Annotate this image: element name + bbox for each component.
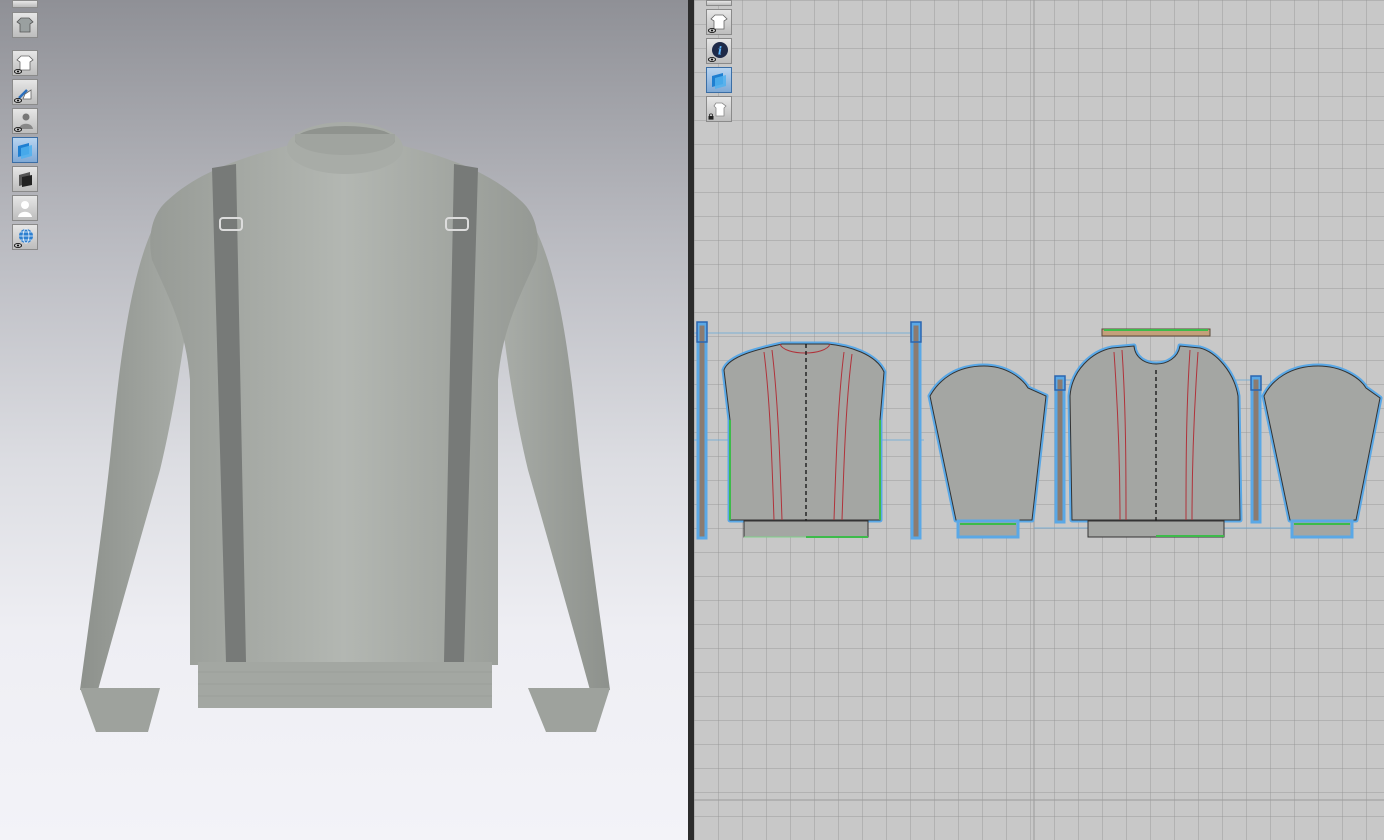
strap-piece[interactable] (910, 321, 922, 540)
garment-icon[interactable] (12, 12, 38, 38)
info-icon[interactable]: i (706, 38, 732, 64)
strap-piece[interactable] (1250, 375, 1262, 524)
3d-viewport[interactable] (0, 0, 688, 840)
svg-text:i: i (718, 45, 722, 58)
eye-icon (708, 57, 716, 62)
neck-binding-piece[interactable] (1101, 328, 1211, 337)
show-garment-icon[interactable] (12, 50, 38, 76)
right-cuff (528, 688, 610, 732)
lock-garment-icon[interactable] (706, 96, 732, 122)
3d-toolbar (12, 0, 38, 253)
eye-icon (14, 127, 22, 132)
2d-toolbar: i (706, 0, 732, 125)
eye-icon (708, 28, 716, 33)
pattern-visibility-icon[interactable] (706, 0, 732, 6)
left-cuff (80, 688, 160, 732)
sleeve-piece[interactable] (927, 363, 1049, 539)
pattern-layout[interactable] (694, 0, 1384, 840)
sleeve-piece[interactable] (1261, 363, 1383, 539)
strap-piece[interactable] (1054, 375, 1066, 524)
avatar-surface-icon[interactable] (12, 195, 38, 221)
show-pattern-garment-icon[interactable] (706, 9, 732, 35)
eye-icon (14, 243, 22, 248)
lock-icon (708, 113, 714, 120)
front-bodice-piece[interactable] (1067, 343, 1243, 538)
eye-icon (14, 98, 22, 103)
2d-pattern-viewport[interactable]: i (694, 0, 1384, 840)
torso (150, 145, 538, 665)
hem-band (198, 662, 492, 708)
show-avatar-icon[interactable] (12, 108, 38, 134)
eye-icon (14, 69, 22, 74)
show-pins-icon[interactable] (12, 79, 38, 105)
back-bodice-piece[interactable] (721, 341, 887, 538)
sweater-3d-render[interactable] (0, 0, 688, 840)
mesh-view-icon[interactable] (12, 224, 38, 250)
texture-mode-icon[interactable] (12, 137, 38, 163)
fold-icon[interactable] (12, 0, 38, 8)
fabric-texture-icon[interactable] (706, 67, 732, 93)
strap-piece[interactable] (696, 321, 708, 540)
shading-icon[interactable] (12, 166, 38, 192)
